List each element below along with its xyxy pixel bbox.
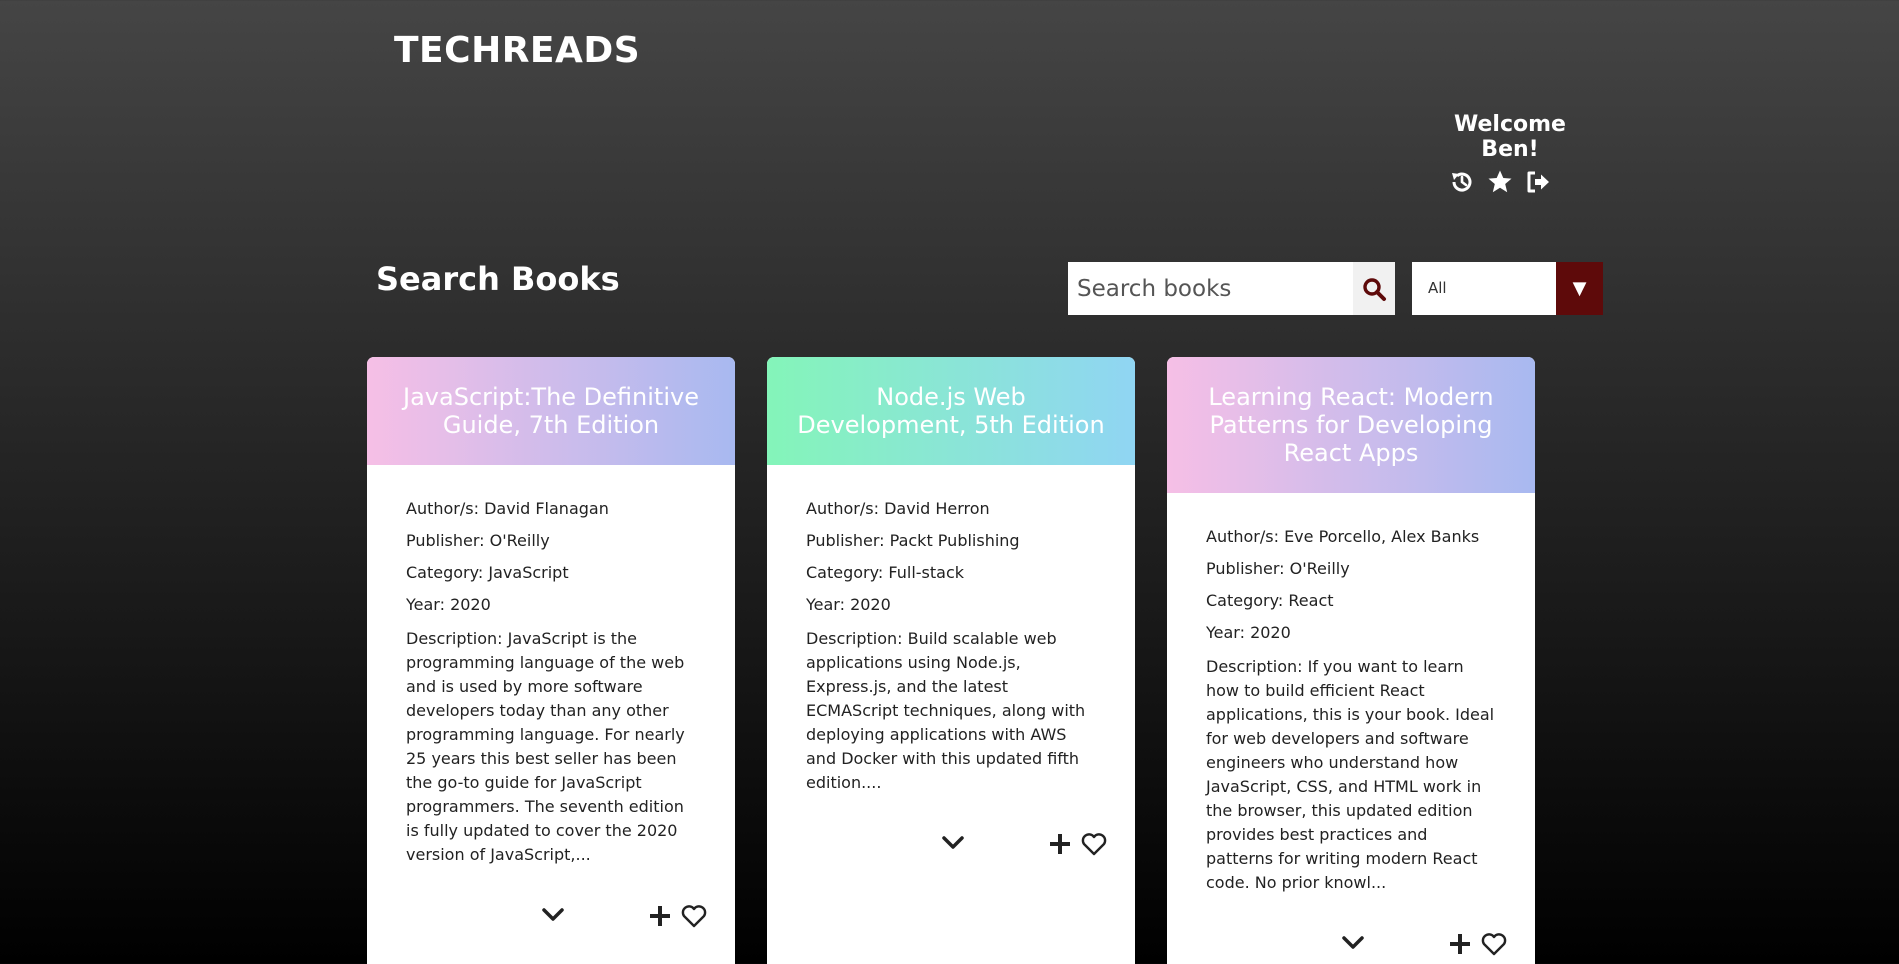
search-icon xyxy=(1363,277,1386,301)
star-icon[interactable] xyxy=(1486,168,1514,196)
favorite-heart-icon[interactable] xyxy=(1080,831,1108,857)
add-to-list-icon[interactable] xyxy=(1447,931,1473,957)
book-publisher: Publisher: O'Reilly xyxy=(406,531,550,550)
book-year: Year: 2020 xyxy=(1206,623,1291,642)
book-category: Category: React xyxy=(1206,591,1334,610)
welcome-message: Welcome Ben! xyxy=(1454,112,1566,162)
search-button[interactable] xyxy=(1353,262,1395,315)
book-category: Category: Full-stack xyxy=(806,563,965,582)
book-card: Learning React: Modern Patterns for Deve… xyxy=(1167,357,1535,964)
book-author: Author/s: David Flanagan xyxy=(406,499,609,518)
expand-chevron-icon[interactable] xyxy=(541,907,565,923)
category-filter-value: All xyxy=(1428,279,1447,297)
book-year: Year: 2020 xyxy=(406,595,491,614)
book-author: Author/s: Eve Porcello, Alex Banks xyxy=(1206,527,1480,546)
history-icon[interactable] xyxy=(1448,168,1476,196)
book-publisher: Publisher: O'Reilly xyxy=(1206,559,1350,578)
expand-chevron-icon[interactable] xyxy=(941,835,965,851)
book-description: Description: Build scalable web applicat… xyxy=(806,629,1086,792)
page-title: Search Books xyxy=(376,260,620,298)
book-title: JavaScript:The Definitive Guide, 7th Edi… xyxy=(367,357,735,465)
book-category: Category: JavaScript xyxy=(406,563,569,582)
app-logo[interactable]: TECHREADS xyxy=(394,30,640,71)
favorite-heart-icon[interactable] xyxy=(680,903,708,929)
category-filter-select[interactable]: All ▼ xyxy=(1412,262,1603,315)
add-to-list-icon[interactable] xyxy=(1047,831,1073,857)
book-author: Author/s: David Herron xyxy=(806,499,990,518)
add-to-list-icon[interactable] xyxy=(647,903,673,929)
book-title: Node.js Web Development, 5th Edition xyxy=(767,357,1135,465)
search-input[interactable] xyxy=(1068,274,1349,303)
sign-out-icon[interactable] xyxy=(1524,168,1552,196)
book-card: Node.js Web Development, 5th Edition Aut… xyxy=(767,357,1135,964)
book-publisher: Publisher: Packt Publishing xyxy=(806,531,1020,550)
book-description: Description: JavaScript is the programmi… xyxy=(406,629,685,864)
book-description: Description: If you want to learn how to… xyxy=(1206,657,1495,892)
book-year: Year: 2020 xyxy=(806,595,891,614)
favorite-heart-icon[interactable] xyxy=(1480,931,1508,957)
user-actions xyxy=(1448,168,1552,196)
book-title: Learning React: Modern Patterns for Deve… xyxy=(1167,357,1535,493)
dropdown-arrow-icon[interactable]: ▼ xyxy=(1556,262,1603,315)
expand-chevron-icon[interactable] xyxy=(1341,935,1365,951)
search-field xyxy=(1068,262,1395,315)
book-card: JavaScript:The Definitive Guide, 7th Edi… xyxy=(367,357,735,964)
